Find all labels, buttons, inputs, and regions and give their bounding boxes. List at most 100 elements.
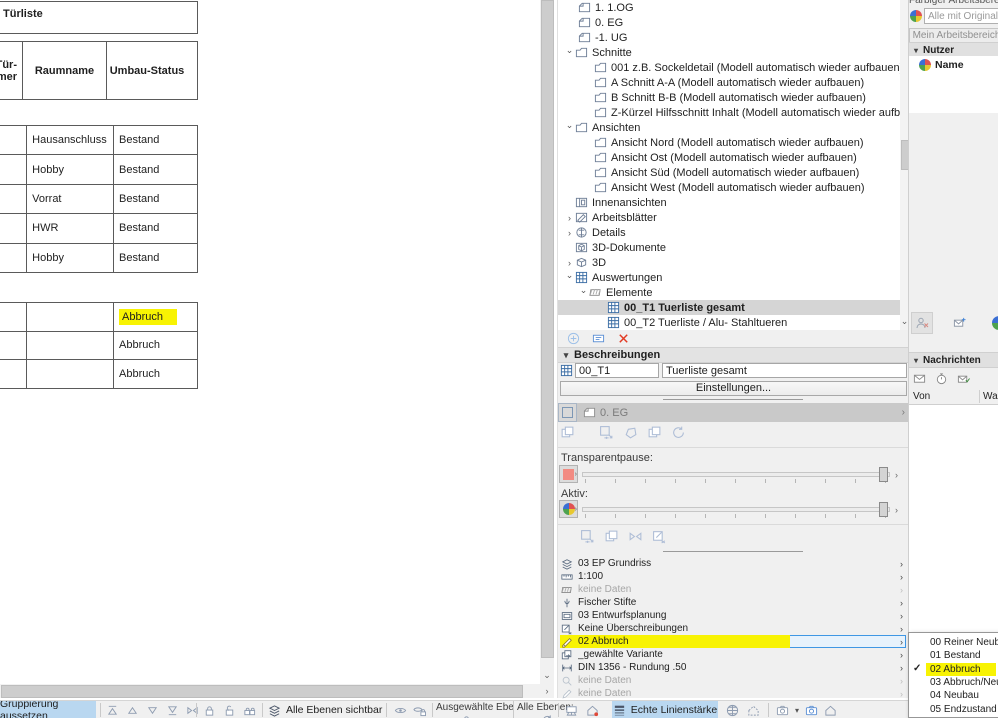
quick-option-dimension-standard[interactable]: DIN 1356 - Rundung .50 <box>558 661 909 674</box>
tree-item-section[interactable]: 001 z.B. Sockeldetail (Modell automatisc… <box>558 60 909 75</box>
tree-item-elevations[interactable]: Ansichten <box>558 120 909 135</box>
tree-item-story-eg[interactable]: 0. EG <box>558 15 909 30</box>
eye-icon[interactable] <box>394 704 407 717</box>
reference-fill-button[interactable]: › <box>559 465 578 483</box>
tree-item-3d[interactable]: 3D <box>558 255 909 270</box>
stopwatch-icon[interactable] <box>935 372 948 385</box>
quick-option-scale[interactable]: 1:100 <box>558 570 909 583</box>
quick-option-model-view[interactable]: 03 Entwurfsplanung <box>558 609 909 622</box>
chevron-right-icon[interactable]: › <box>895 505 898 515</box>
tree-item-sections[interactable]: Schnitte <box>558 45 909 60</box>
rebuild-reference-icon[interactable] <box>671 425 686 440</box>
active-fill-button[interactable]: › <box>559 500 578 518</box>
eye-icon[interactable] <box>442 714 455 718</box>
tree-item-worksheets[interactable]: Arbeitsblätter <box>558 210 909 225</box>
tree-item-elevation[interactable]: Ansicht West (Modell automatisch wieder … <box>558 180 909 195</box>
table-row[interactable]: 03 Hobby Bestand <box>0 154 197 184</box>
bring-forward-icon[interactable] <box>126 704 139 717</box>
table-row[interactable]: 01 Abbruch <box>0 303 197 331</box>
eye-lock-icon[interactable] <box>413 704 426 717</box>
globe-grid-icon[interactable] <box>726 704 739 717</box>
send-backward-icon[interactable] <box>146 704 159 717</box>
schedule-name-input[interactable] <box>662 363 907 378</box>
tree-item-details[interactable]: Details <box>558 225 909 240</box>
active-slider[interactable] <box>582 502 890 520</box>
table-row[interactable]: 02 Hausanschluss Bestand <box>0 126 197 155</box>
split-view-icon[interactable] <box>628 529 643 544</box>
column-divider[interactable] <box>979 390 980 403</box>
menu-item-abbruch-neubau[interactable]: 03 Abbruch/Neubau <box>909 676 998 689</box>
quick-option-renovation-filter[interactable]: 02 Abbruch <box>558 635 909 648</box>
move-reference-icon[interactable] <box>599 425 614 440</box>
chevron-down-icon[interactable] <box>564 272 575 283</box>
menu-item-abbruch[interactable]: ✓ 02 Abbruch <box>909 662 998 676</box>
switch-reference-icon[interactable] <box>647 425 662 440</box>
tree-item-schedules[interactable]: Auswertungen <box>558 270 909 285</box>
lock-icon[interactable] <box>203 704 216 717</box>
chevron-right-icon[interactable] <box>564 213 575 223</box>
suspend-groups-toggle[interactable]: Gruppierung aussetzen <box>0 701 96 718</box>
camera-icon[interactable] <box>776 704 789 717</box>
vertical-scrollbar-thumb[interactable] <box>541 0 554 658</box>
house-icon[interactable] <box>824 704 837 717</box>
menu-item-bestand[interactable]: 01 Bestand <box>909 649 998 662</box>
menu-item-neubau[interactable]: 04 Neubau <box>909 689 998 702</box>
delete-icon[interactable] <box>616 332 630 346</box>
my-workspace-button[interactable]: Mein Arbeitsbereich <box>909 28 998 43</box>
scroll-right-icon[interactable]: › <box>540 687 554 696</box>
schedule-id-input[interactable] <box>575 363 659 378</box>
bring-to-front-icon[interactable] <box>106 704 119 717</box>
chevron-right-icon[interactable] <box>564 258 575 268</box>
descriptions-section-header[interactable]: Beschreibungen <box>558 347 909 363</box>
grab-reference-icon[interactable] <box>580 529 595 544</box>
table-row[interactable]: 05 Vorrat Bestand <box>0 183 197 214</box>
reset-order-icon[interactable] <box>186 704 199 717</box>
trace-toggle-button[interactable] <box>558 403 577 422</box>
chevron-down-icon[interactable] <box>578 287 589 298</box>
add-item-icon[interactable] <box>566 332 580 346</box>
table-row[interactable]: 04 HWR Bestand <box>0 213 197 243</box>
envelope-icon[interactable] <box>913 372 926 385</box>
send-to-back-icon[interactable] <box>166 704 179 717</box>
quick-option-pen-set[interactable]: Fischer Stifte <box>558 596 909 609</box>
slider-handle[interactable] <box>879 502 888 517</box>
transparency-slider[interactable] <box>582 467 890 485</box>
menu-item-endzustand[interactable]: 05 Endzustand <box>909 702 998 715</box>
copy-reference-icon[interactable] <box>604 529 619 544</box>
tree-item-section[interactable]: A Schnitt A-A (Modell automatisch wieder… <box>558 75 909 90</box>
remove-user-button[interactable] <box>911 312 933 334</box>
messages-section-header[interactable]: Nachrichten <box>909 352 998 368</box>
tree-item-schedule-00t2[interactable]: 00_T2 Tuerliste / Alu- Stahltueren <box>558 315 909 330</box>
tree-item-elevation[interactable]: Ansicht Ost (Modell automatisch wieder a… <box>558 150 909 165</box>
tree-item-elevation[interactable]: Ansicht Süd (Modell automatisch wieder a… <box>558 165 909 180</box>
home-story-icon[interactable] <box>586 704 599 717</box>
house-dashed-icon[interactable] <box>747 704 760 717</box>
envelope-check-icon[interactable] <box>957 372 970 385</box>
unlock-icon[interactable] <box>223 704 236 717</box>
tree-item-story-1og[interactable]: 1. 1.OG <box>558 0 909 15</box>
lock-icon[interactable] <box>460 714 473 718</box>
quick-option-design-option[interactable]: _gewählte Variante <box>558 648 909 661</box>
quick-option-no-data[interactable]: keine Daten <box>558 583 909 596</box>
colored-pie-icon[interactable] <box>992 316 998 330</box>
workspace-filter-input[interactable]: Alle mit Originalfarb <box>924 8 998 24</box>
chevron-right-icon[interactable]: › <box>902 407 905 418</box>
table-row[interactable]: 02 Abbruch <box>0 359 197 388</box>
chevron-right-icon[interactable]: › <box>895 470 898 480</box>
drag-reference-icon[interactable] <box>560 425 575 440</box>
chevron-right-icon[interactable] <box>564 228 575 238</box>
chevron-down-icon[interactable]: ▾ <box>795 706 799 715</box>
horizontal-scrollbar[interactable]: › <box>0 684 554 698</box>
fill-visibility-icon[interactable] <box>652 529 667 544</box>
settings-button[interactable]: Einstellungen... <box>560 381 907 396</box>
tree-item-section[interactable]: B Schnitt B-B (Modell automatisch wieder… <box>558 90 909 105</box>
tree-item-schedule-00t1[interactable]: 00_T1 Tuerliste gesamt <box>558 300 909 315</box>
layers-visible-button[interactable]: Alle Ebenen sichtbar <box>268 701 382 718</box>
quick-option-layer-combination[interactable]: 03 EP Grundriss <box>558 557 909 570</box>
unlock-all-icon[interactable] <box>243 704 256 717</box>
table-row[interactable]: 06 Hobby Bestand <box>0 242 197 272</box>
send-message-icon[interactable] <box>953 316 966 329</box>
table-row[interactable]: 01 Abbruch <box>0 330 197 360</box>
tree-item-elements[interactable]: Elemente <box>558 285 909 300</box>
quick-option-no-data[interactable]: keine Daten <box>558 674 909 687</box>
